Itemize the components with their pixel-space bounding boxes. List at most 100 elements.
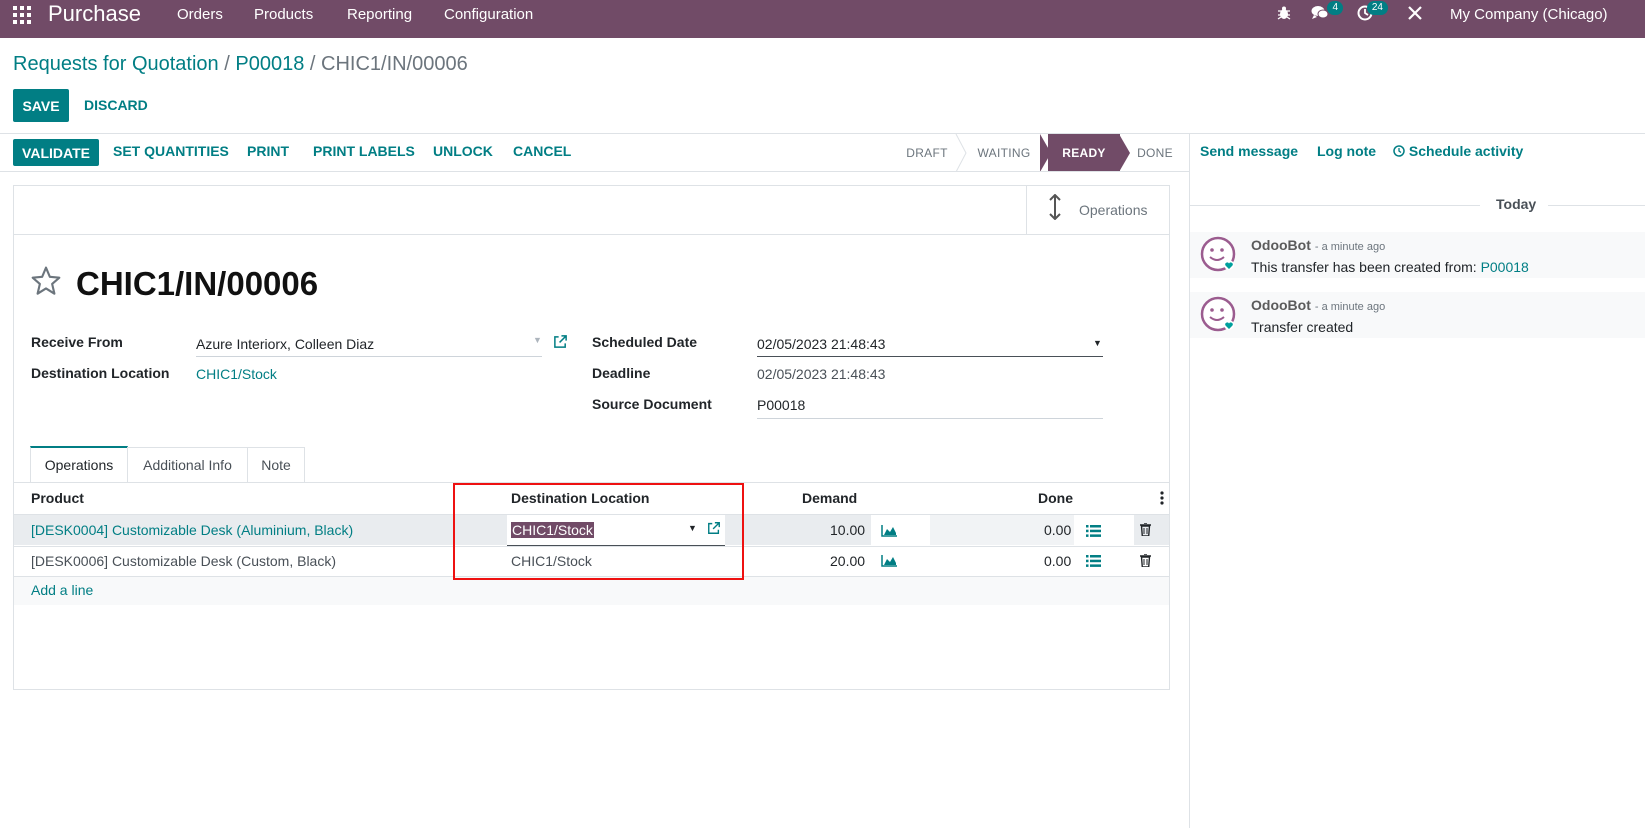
row1-forecast-cell	[871, 515, 931, 545]
deadline-field: 02/05/2023 21:48:43	[757, 366, 886, 382]
breadcrumb-order[interactable]: P00018	[235, 53, 304, 75]
top-navbar: Purchase Orders Products Reporting Confi…	[0, 0, 1645, 38]
row2-demand[interactable]: 20.00	[830, 553, 865, 569]
operations-smart-button[interactable]: Operations	[1026, 186, 1169, 234]
scheduled-date-field[interactable]: 02/05/2023 21:48:43	[757, 336, 885, 352]
breadcrumb-separator: /	[224, 53, 230, 75]
tab-operations[interactable]: Operations	[30, 446, 128, 482]
message-body: This transfer has been created from: P00…	[1251, 259, 1529, 275]
receive-from-field[interactable]: Azure Interiorx, Colleen Diaz	[196, 336, 374, 352]
forecast-chart-icon[interactable]	[881, 524, 897, 540]
record-title-row: CHIC1/IN/00006	[30, 265, 318, 303]
messages-chat-icon[interactable]: 4	[1309, 1, 1343, 27]
row2-product[interactable]: [DESK0006] Customizable Desk (Custom, Bl…	[31, 553, 336, 569]
menu-configuration[interactable]: Configuration	[444, 6, 533, 23]
highlight-box	[453, 483, 744, 580]
receive-from-underline	[196, 356, 542, 357]
activities-clock-icon[interactable]: 24	[1354, 1, 1388, 27]
date-caret-icon[interactable]: ▼	[1093, 338, 1102, 348]
scheduled-date-label: Scheduled Date	[592, 334, 698, 350]
message-text: This transfer has been created from:	[1251, 259, 1477, 275]
tools-icon[interactable]	[1404, 5, 1426, 27]
author-name[interactable]: OdooBot	[1251, 297, 1311, 313]
menu-orders[interactable]: Orders	[177, 6, 223, 23]
menu-products[interactable]: Products	[254, 6, 313, 23]
messages-badge: 4	[1327, 1, 1343, 15]
odoobot-avatar[interactable]	[1200, 296, 1236, 332]
detailed-operations-icon[interactable]	[1086, 524, 1101, 540]
add-line-row	[14, 577, 1169, 605]
forecast-chart-icon[interactable]	[881, 554, 897, 570]
trash-icon[interactable]	[1140, 522, 1151, 539]
stage-draft[interactable]: DRAFT	[898, 134, 956, 172]
detailed-operations-icon[interactable]	[1086, 554, 1101, 570]
schedule-activity-label: Schedule activity	[1408, 143, 1524, 159]
star-icon[interactable]	[30, 265, 62, 303]
record-title: CHIC1/IN/00006	[76, 265, 319, 302]
breadcrumb-rfq[interactable]: Requests for Quotation	[13, 53, 219, 75]
row1-details-cell	[1074, 515, 1134, 545]
discard-button[interactable]: DISCARD	[84, 97, 148, 113]
debug-bug-icon[interactable]	[1273, 5, 1295, 27]
date-line-left	[1190, 205, 1480, 206]
vertical-arrows-icon	[1049, 193, 1061, 226]
company-switcher[interactable]: My Company (Chicago)	[1450, 6, 1608, 23]
row1-done[interactable]: 0.00	[1044, 522, 1071, 538]
column-done[interactable]: Done	[1038, 490, 1073, 506]
source-document-underline	[757, 418, 1103, 419]
date-separator: Today	[1496, 196, 1537, 212]
operations-label: Operations	[1079, 202, 1148, 218]
apps-grid-icon[interactable]	[12, 5, 32, 25]
trash-icon[interactable]	[1140, 553, 1151, 570]
message-time: - a minute ago	[1314, 301, 1386, 313]
add-line-link[interactable]: Add a line	[31, 582, 93, 598]
row2-done[interactable]: 0.00	[1044, 553, 1071, 569]
dropdown-caret-icon[interactable]: ▼	[533, 335, 542, 345]
stage-separator	[1119, 134, 1130, 172]
tab-note[interactable]: Note	[247, 447, 305, 482]
message-link[interactable]: P00018	[1481, 259, 1529, 275]
row1-demand[interactable]: 10.00	[830, 522, 865, 538]
destination-label: Destination Location	[31, 365, 170, 381]
form-sheet: Operations	[13, 185, 1170, 690]
destination-field[interactable]: CHIC1/Stock	[196, 366, 277, 382]
receive-from-label: Receive From	[31, 334, 123, 350]
statusbar-divider	[0, 171, 1189, 172]
activities-badge: 24	[1366, 1, 1388, 15]
breadcrumb: Requests for Quotation / P00018 / CHIC1/…	[13, 53, 468, 76]
smart-button-box: Operations	[14, 186, 1169, 235]
stage-ready[interactable]: READY	[1048, 134, 1120, 172]
deadline-label: Deadline	[592, 365, 651, 381]
source-document-field[interactable]: P00018	[757, 397, 805, 413]
app-name[interactable]: Purchase	[48, 1, 141, 27]
chatter-message: OdooBot - a minute ago This transfer has …	[1190, 232, 1645, 278]
log-note-button[interactable]: Log note	[1317, 143, 1376, 159]
optional-columns-icon[interactable]	[1160, 490, 1164, 509]
menu-reporting[interactable]: Reporting	[347, 6, 412, 23]
schedule-activity-button[interactable]: Schedule activity	[1393, 143, 1523, 160]
chatter-message: OdooBot - a minute ago Transfer created	[1190, 292, 1645, 338]
message-author[interactable]: OdooBot - a minute ago	[1251, 237, 1385, 253]
column-demand[interactable]: Demand	[802, 490, 857, 506]
breadcrumb-separator: /	[309, 53, 316, 75]
scheduled-date-underline	[757, 356, 1103, 357]
message-time: - a minute ago	[1314, 241, 1386, 253]
date-line-right	[1548, 205, 1645, 206]
author-name[interactable]: OdooBot	[1251, 237, 1311, 253]
save-button[interactable]: SAVE	[13, 89, 69, 122]
send-message-button[interactable]: Send message	[1200, 143, 1298, 159]
message-author[interactable]: OdooBot - a minute ago	[1251, 297, 1385, 313]
source-document-label: Source Document	[592, 396, 712, 412]
row1-product[interactable]: [DESK0004] Customizable Desk (Aluminium,…	[31, 522, 353, 538]
stage-separator	[955, 134, 967, 172]
tab-additional-info[interactable]: Additional Info	[127, 447, 248, 482]
external-link-icon[interactable]	[553, 334, 568, 352]
message-body: Transfer created	[1251, 319, 1354, 335]
stage-done[interactable]: DONE	[1131, 134, 1179, 172]
stage-waiting[interactable]: WAITING	[967, 134, 1041, 172]
clock-icon	[1393, 144, 1405, 160]
breadcrumb-current: CHIC1/IN/00006	[321, 53, 468, 75]
status-bar: DRAFT WAITING READY DONE	[0, 134, 1189, 172]
column-product[interactable]: Product	[31, 490, 84, 506]
odoobot-avatar[interactable]	[1200, 236, 1236, 272]
